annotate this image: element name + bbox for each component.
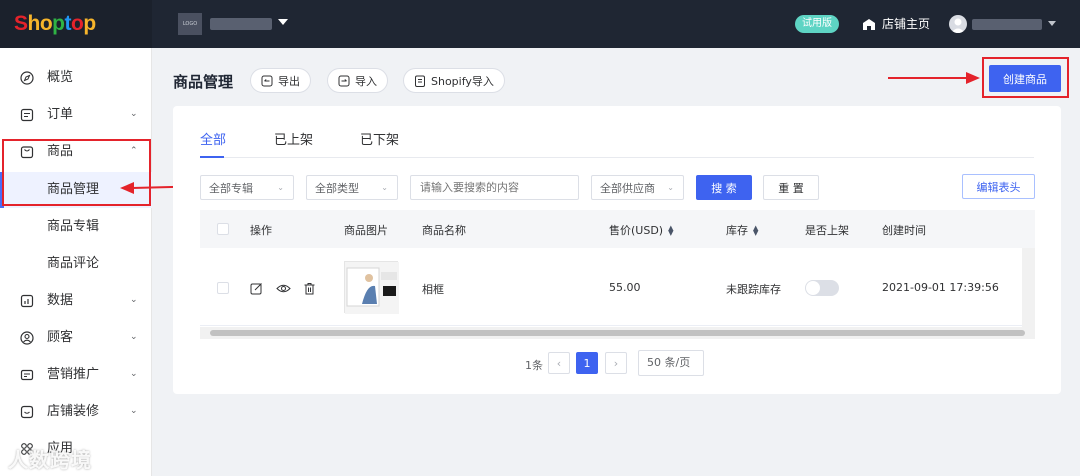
shopify-import-label: Shopify导入	[431, 74, 494, 88]
pagination-total: 1条	[525, 359, 543, 372]
sort-icon[interactable]: ▲ ▼	[668, 225, 673, 237]
create-product-button[interactable]: 创建商品	[989, 65, 1061, 92]
page-title: 商品管理	[173, 73, 234, 91]
column-header-created: 创建时间	[882, 224, 926, 237]
watermark: 人数跨境	[8, 448, 92, 472]
supplier-select-value: 全部供应商	[600, 181, 655, 195]
import-label: 导入	[355, 74, 377, 88]
column-header-name: 商品名称	[422, 224, 466, 237]
supplier-select[interactable]: 全部供应商 ⌄	[591, 175, 684, 200]
product-stock: 未跟踪库存	[726, 283, 781, 296]
eye-icon[interactable]	[276, 282, 291, 295]
product-image	[345, 262, 399, 314]
column-header-label: 库存	[726, 224, 748, 237]
import-icon	[338, 75, 350, 86]
table-vertical-scrollbar[interactable]	[1022, 248, 1035, 327]
search-input[interactable]	[410, 175, 579, 200]
table-horizontal-scrollbar[interactable]	[200, 327, 1035, 339]
collection-select-value: 全部专辑	[209, 181, 253, 195]
chevron-down-icon: ⌄	[381, 183, 388, 192]
current-page-button[interactable]: 1	[576, 352, 598, 374]
product-price: 55.00	[609, 281, 641, 294]
search-button[interactable]: 搜 索	[696, 175, 752, 200]
tab-unpublished[interactable]: 已下架	[360, 129, 399, 148]
export-label: 导出	[278, 74, 300, 88]
tabs-divider	[200, 157, 1034, 158]
active-tab-indicator	[200, 156, 224, 158]
tab-all[interactable]: 全部	[200, 129, 226, 148]
arrow-head-icon	[120, 182, 134, 194]
sort-icon[interactable]: ▲ ▼	[753, 225, 758, 237]
edit-icon[interactable]	[250, 282, 263, 295]
arrow-head-icon	[966, 72, 980, 84]
row-checkbox[interactable]	[217, 282, 229, 294]
product-name[interactable]: 相框	[422, 281, 444, 297]
collection-select[interactable]: 全部专辑 ⌄	[200, 175, 294, 200]
scrollbar-thumb[interactable]	[210, 330, 1025, 336]
column-header-label: 售价(USD)	[609, 224, 664, 237]
publish-toggle[interactable]	[805, 280, 839, 296]
next-page-button[interactable]: ›	[605, 352, 627, 374]
shopify-import-button[interactable]: Shopify导入	[403, 68, 505, 93]
shopify-icon	[415, 75, 425, 87]
export-button[interactable]: 导出	[250, 68, 311, 93]
column-header-actions: 操作	[250, 224, 272, 237]
delete-icon[interactable]	[303, 282, 316, 295]
column-header-price[interactable]: 售价(USD) ▲ ▼	[609, 222, 673, 238]
product-thumbnail[interactable]	[344, 261, 399, 314]
export-icon	[261, 75, 273, 86]
tab-published[interactable]: 已上架	[274, 129, 313, 148]
import-button[interactable]: 导入	[327, 68, 388, 93]
column-header-image: 商品图片	[344, 224, 388, 237]
column-header-published: 是否上架	[805, 224, 849, 237]
product-created-time: 2021-09-01 17:39:56	[882, 281, 999, 294]
type-select[interactable]: 全部类型 ⌄	[306, 175, 398, 200]
edit-table-header-button[interactable]: 编辑表头	[962, 174, 1035, 199]
type-select-value: 全部类型	[315, 181, 359, 195]
chevron-down-icon: ⌄	[667, 183, 674, 192]
reset-button[interactable]: 重 置	[763, 175, 819, 200]
prev-page-button[interactable]: ‹	[548, 352, 570, 374]
select-all-checkbox[interactable]	[217, 223, 229, 235]
column-header-stock[interactable]: 库存 ▲ ▼	[726, 222, 758, 238]
chevron-down-icon: ⌄	[277, 183, 284, 192]
page-size-select[interactable]: 50 条/页	[638, 350, 704, 376]
